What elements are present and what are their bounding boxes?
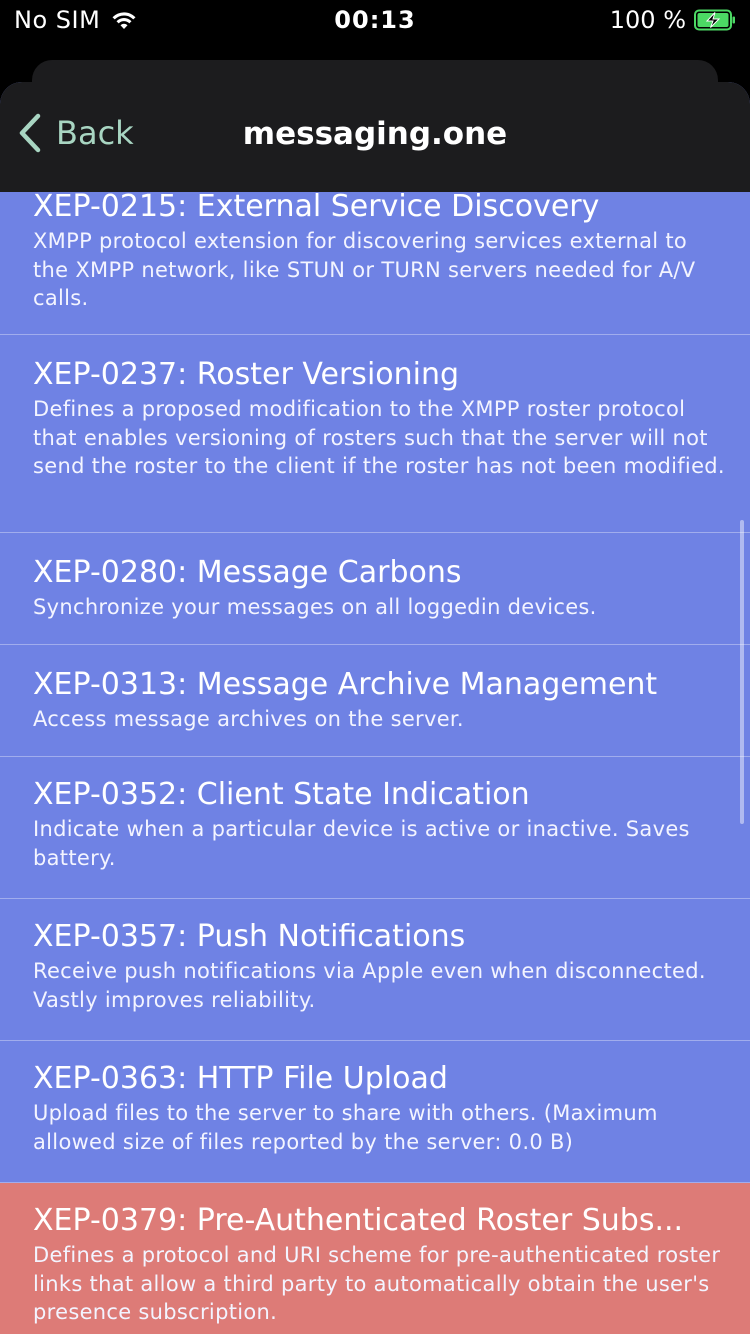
navigation-bar: Back messaging.one [0, 82, 750, 192]
list-item[interactable]: XEP-0237: Roster Versioning Defines a pr… [0, 335, 750, 533]
item-title: XEP-0379: Pre-Authenticated Roster Subs.… [33, 1203, 684, 1238]
page-title: messaging.one [242, 116, 508, 152]
scroll-indicator [740, 520, 744, 824]
list-item[interactable]: XEP-0215: External Service Discovery XMP… [0, 179, 750, 335]
item-title: XEP-0357: Push Notifications [33, 919, 466, 954]
item-title: XEP-0313: Message Archive Management [33, 667, 658, 702]
modal-sheet: Back messaging.one XEP-0215: External Se… [0, 82, 750, 1334]
status-bar: No SIM 00:13 100 % [0, 0, 750, 42]
item-description: Indicate when a particular device is act… [33, 817, 690, 870]
item-title: XEP-0215: External Service Discovery [33, 189, 600, 224]
list-item[interactable]: XEP-0280: Message Carbons Synchronize yo… [0, 533, 750, 645]
item-description: Access message archives on the server. [33, 707, 464, 731]
item-description: Defines a proposed modification to the X… [33, 397, 725, 478]
battery-percent: 100 % [609, 6, 686, 34]
status-right: 100 % [610, 6, 736, 34]
list-item[interactable]: XEP-0352: Client State Indication Indica… [0, 757, 750, 899]
item-description: Defines a protocol and URI scheme for pr… [33, 1243, 721, 1324]
feature-list: XEP-0215: External Service Discovery XMP… [0, 179, 750, 1334]
item-title: XEP-0280: Message Carbons [33, 555, 462, 590]
item-title: XEP-0363: HTTP File Upload [33, 1061, 448, 1096]
battery-charging-icon [694, 9, 735, 31]
list-item[interactable]: XEP-0363: HTTP File Upload Upload files … [0, 1041, 750, 1183]
item-description: Upload files to the server to share with… [33, 1101, 658, 1154]
list-item[interactable]: XEP-0357: Push Notifications Receive pus… [0, 899, 750, 1041]
item-title: XEP-0237: Roster Versioning [33, 357, 460, 392]
item-description: Receive push notifications via Apple eve… [33, 959, 706, 1012]
item-title: XEP-0352: Client State Indication [33, 777, 530, 812]
screen: No SIM 00:13 100 % Back messaging.one XE… [0, 0, 750, 1334]
item-description: XMPP protocol extension for discovering … [33, 229, 696, 310]
list-item-highlighted[interactable]: XEP-0379: Pre-Authenticated Roster Subs.… [0, 1183, 750, 1334]
list-item[interactable]: XEP-0313: Message Archive Management Acc… [0, 645, 750, 757]
item-description: Synchronize your messages on all loggedi… [33, 595, 597, 619]
